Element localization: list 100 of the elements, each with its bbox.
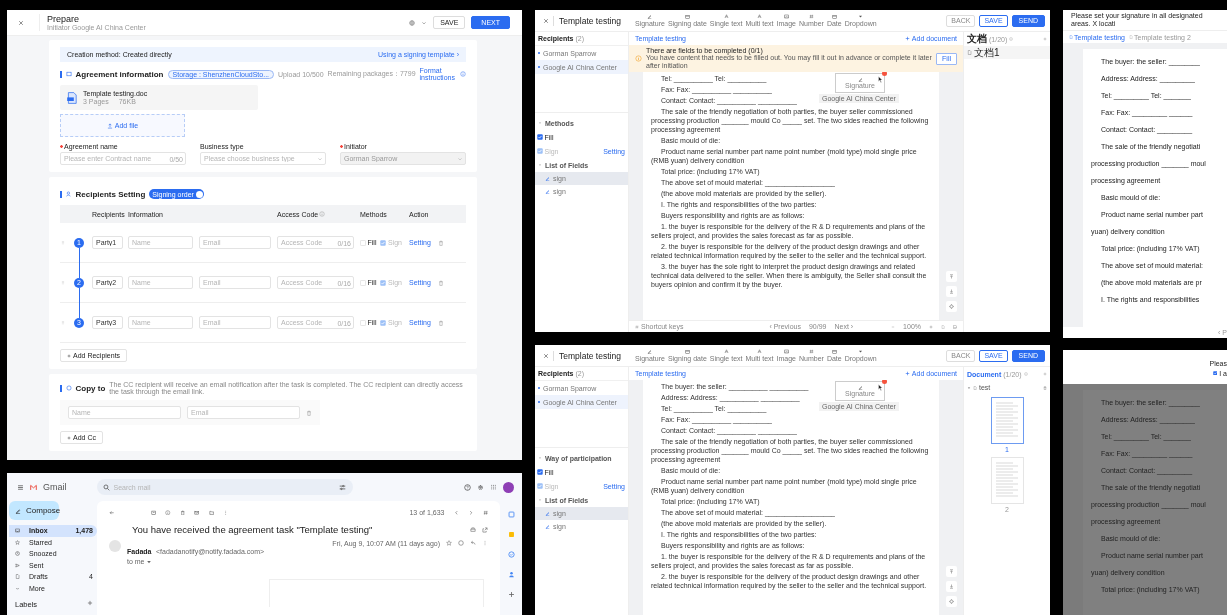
text-icon bbox=[757, 349, 762, 354]
compose-button[interactable]: Compose bbox=[9, 501, 59, 520]
arrow-up-icon bbox=[949, 569, 954, 574]
pen-icon bbox=[857, 385, 863, 390]
document-icon bbox=[967, 50, 972, 55]
page-thumbnail[interactable] bbox=[990, 397, 1024, 444]
contacts-icon[interactable] bbox=[507, 571, 515, 578]
card-icon bbox=[65, 71, 72, 77]
warning-icon bbox=[635, 55, 642, 62]
report-icon[interactable] bbox=[165, 509, 171, 516]
document-title: Template testing bbox=[553, 350, 621, 361]
inbox-icon bbox=[15, 528, 20, 534]
star-icon bbox=[15, 539, 20, 545]
person-icon bbox=[65, 191, 72, 197]
print-icon[interactable] bbox=[470, 526, 476, 533]
star-icon[interactable] bbox=[446, 540, 452, 546]
checkbox-icon bbox=[360, 279, 366, 286]
target-icon bbox=[949, 599, 954, 604]
image-icon[interactable] bbox=[953, 324, 957, 329]
image-icon bbox=[783, 349, 789, 354]
sender-avatar bbox=[109, 540, 121, 552]
filter-icon[interactable] bbox=[338, 483, 346, 491]
app-name: Gmail bbox=[43, 482, 67, 492]
document-icon bbox=[973, 385, 977, 390]
pen-icon bbox=[545, 189, 550, 194]
draft-icon bbox=[15, 574, 20, 580]
folder-icon[interactable] bbox=[208, 509, 214, 516]
chevron-down-icon bbox=[15, 585, 20, 591]
number-icon bbox=[808, 14, 814, 19]
open-new-window-icon[interactable] bbox=[482, 526, 488, 533]
clock-icon bbox=[15, 551, 20, 557]
locate-button[interactable] bbox=[946, 301, 957, 312]
checkbox-icon bbox=[380, 239, 387, 246]
pen-icon bbox=[857, 77, 863, 82]
checkbox-icon bbox=[360, 319, 366, 326]
chevron-left-icon[interactable] bbox=[453, 509, 459, 516]
delete-icon[interactable] bbox=[306, 409, 312, 416]
delete-icon bbox=[1043, 385, 1047, 390]
emoji-icon[interactable] bbox=[458, 540, 464, 546]
reply-icon[interactable] bbox=[470, 540, 476, 546]
chevron-down-icon[interactable] bbox=[421, 19, 428, 26]
section-title: Agreement information bbox=[75, 69, 164, 79]
close-icon[interactable] bbox=[543, 352, 549, 359]
pen-icon bbox=[647, 349, 653, 354]
globe-icon[interactable] bbox=[409, 19, 416, 26]
target-icon bbox=[949, 304, 954, 309]
chevron-right-icon[interactable] bbox=[468, 509, 474, 516]
close-icon[interactable] bbox=[543, 17, 549, 24]
document-item[interactable]: 文档1 bbox=[964, 46, 1050, 59]
text-icon bbox=[723, 14, 729, 19]
menu-icon[interactable] bbox=[17, 483, 24, 491]
arrow-down-icon bbox=[949, 289, 954, 294]
scroll-bottom-button[interactable] bbox=[946, 581, 957, 592]
chevron-down-icon bbox=[317, 155, 323, 162]
back-arrow-icon[interactable] bbox=[109, 509, 115, 516]
envelope-icon[interactable] bbox=[194, 509, 200, 516]
envelope-logo-icon bbox=[30, 483, 37, 491]
settings-icon[interactable] bbox=[477, 483, 484, 491]
scroll-top-button[interactable] bbox=[946, 566, 957, 577]
pen-icon bbox=[545, 511, 550, 516]
document-icon bbox=[1069, 35, 1073, 39]
archive-icon[interactable] bbox=[150, 509, 156, 516]
document-icon bbox=[1129, 35, 1133, 39]
delete-icon[interactable] bbox=[438, 239, 444, 246]
scroll-top-button[interactable] bbox=[946, 271, 957, 282]
help-icon[interactable] bbox=[464, 483, 471, 491]
pen-icon bbox=[647, 14, 653, 19]
calendar-icon bbox=[684, 349, 690, 354]
chevron-down-icon bbox=[457, 155, 463, 162]
cursor-icon bbox=[878, 384, 883, 391]
cursor-icon bbox=[878, 76, 883, 83]
delete-icon[interactable] bbox=[179, 509, 185, 516]
avatar[interactable] bbox=[503, 481, 514, 493]
close-icon[interactable] bbox=[18, 19, 24, 26]
scroll-bottom-button[interactable] bbox=[946, 286, 957, 297]
text-icon bbox=[723, 349, 729, 354]
calendar-icon[interactable] bbox=[507, 511, 515, 518]
checkbox-icon bbox=[360, 239, 366, 246]
arrow-up-icon bbox=[949, 274, 954, 279]
search-icon bbox=[102, 483, 110, 491]
locate-button[interactable] bbox=[946, 596, 957, 607]
email-subject: You have received the agreement task "Template testing" bbox=[132, 524, 374, 535]
arrow-down-icon bbox=[949, 584, 954, 589]
section-title: Copy to bbox=[75, 383, 106, 393]
pen-icon bbox=[545, 524, 550, 529]
text-icon bbox=[757, 14, 762, 19]
notes-icon[interactable] bbox=[507, 531, 515, 538]
checkbox-icon bbox=[380, 319, 387, 326]
panel-heading: 文档 bbox=[967, 32, 987, 46]
more-icon[interactable] bbox=[223, 509, 229, 516]
document-icon bbox=[66, 91, 78, 104]
number-icon bbox=[808, 349, 814, 354]
document-title: Template testing bbox=[553, 15, 621, 26]
keyboard-icon[interactable] bbox=[482, 509, 488, 516]
delete-icon[interactable] bbox=[438, 319, 444, 326]
calendar-icon bbox=[831, 14, 837, 19]
calendar-icon bbox=[684, 14, 690, 19]
tasks-icon[interactable] bbox=[507, 551, 515, 558]
apps-grid-icon[interactable] bbox=[490, 483, 497, 491]
delete-icon[interactable] bbox=[438, 279, 444, 286]
